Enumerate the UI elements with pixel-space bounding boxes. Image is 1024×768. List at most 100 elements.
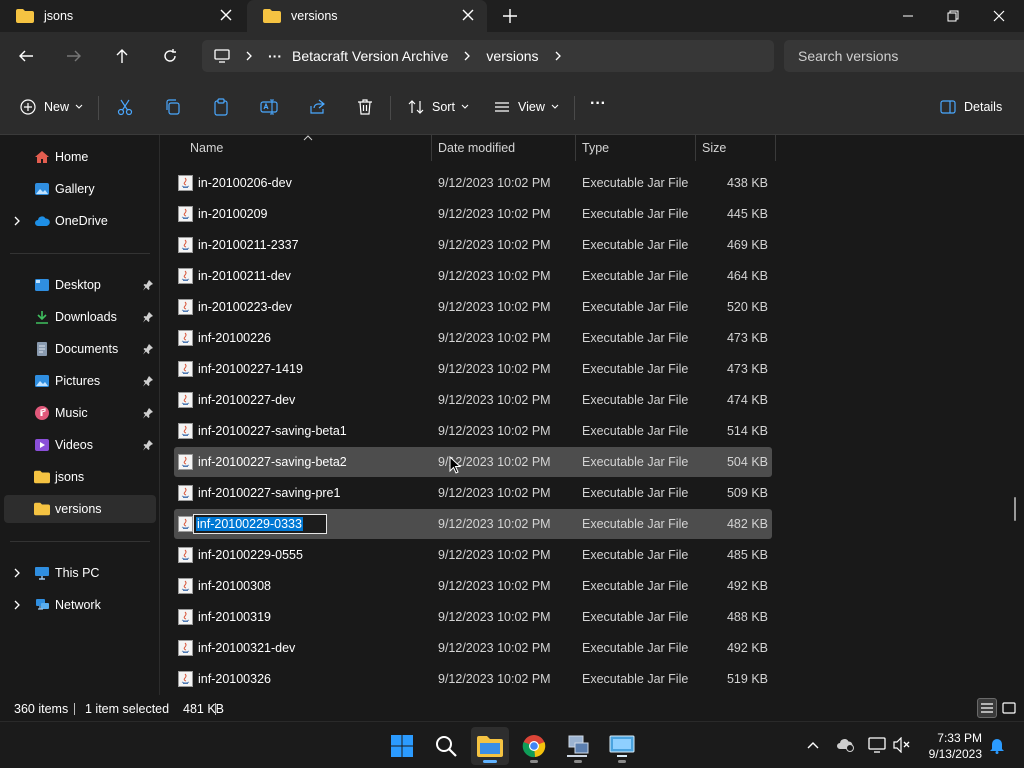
chrome-taskbar-button[interactable] <box>515 727 553 765</box>
file-size: 473 KB <box>726 362 768 376</box>
column-resize-handle[interactable] <box>775 135 776 161</box>
onedrive-tray-icon[interactable] <box>836 736 854 754</box>
close-icon[interactable] <box>219 8 233 22</box>
sidebar-item-versions[interactable]: versions <box>4 495 156 523</box>
file-row[interactable]: inf-20100227-saving-pre1 9/12/2023 10:02 … <box>174 478 772 508</box>
column-resize-handle[interactable] <box>431 135 432 161</box>
scrollbar-thumb[interactable] <box>1014 497 1016 521</box>
forward-button[interactable] <box>62 44 86 68</box>
file-row[interactable]: in-20100206-dev 9/12/2023 10:02 PM Executa… <box>174 168 772 198</box>
column-header-name[interactable]: Name <box>190 135 223 161</box>
sidebar-item-gallery[interactable]: Gallery <box>4 175 156 203</box>
column-header-size[interactable]: Size <box>702 135 726 161</box>
file-row[interactable]: inf-20100227-1419 9/12/2023 10:02 PM Execu… <box>174 354 772 384</box>
file-row[interactable]: inf-20100229-0555 9/12/2023 10:02 PM Execu… <box>174 540 772 570</box>
chevron-right-icon[interactable] <box>12 216 22 226</box>
file-size: 469 KB <box>726 238 768 252</box>
pin-icon[interactable] <box>142 375 154 387</box>
file-row[interactable]: in-20100211-dev 9/12/2023 10:02 PM Executa… <box>174 261 772 291</box>
sidebar-item-jsons[interactable]: jsons <box>4 463 156 491</box>
file-row[interactable]: inf-20100321-dev 9/12/2023 10:02 PM Execut… <box>174 633 772 663</box>
file-type: Executable Jar File <box>582 424 689 438</box>
tiles-view-toggle[interactable] <box>999 698 1019 718</box>
column-header-date[interactable]: Date modified <box>438 135 515 161</box>
back-button[interactable] <box>14 44 38 68</box>
pin-icon[interactable] <box>142 311 154 323</box>
search-input[interactable]: Search versions <box>784 40 1024 72</box>
delete-button[interactable] <box>356 96 374 118</box>
rename-input[interactable]: inf-20100229-0333 <box>193 514 327 534</box>
pin-icon[interactable] <box>142 407 154 419</box>
remote-desktop-taskbar-button[interactable] <box>603 727 641 765</box>
view-button[interactable]: View <box>494 96 559 118</box>
system-clock[interactable]: 7:33 PM 9/13/2023 <box>924 730 982 762</box>
tab-jsons[interactable]: jsons <box>0 0 245 32</box>
monitor-icon <box>868 737 886 753</box>
file-explorer-taskbar-button[interactable] <box>471 727 509 765</box>
new-tab-icon[interactable] <box>502 8 518 24</box>
paste-button[interactable] <box>212 96 230 118</box>
sidebar-item-music[interactable]: Music <box>4 399 156 427</box>
pin-icon[interactable] <box>142 279 154 291</box>
tab-versions[interactable]: versions <box>247 0 487 32</box>
share-button[interactable] <box>308 96 326 118</box>
start-button[interactable] <box>383 727 421 765</box>
sidebar-item-label: versions <box>55 502 102 516</box>
copy-button[interactable] <box>164 96 182 118</box>
chevron-right-icon[interactable] <box>12 600 22 610</box>
notifications-button[interactable] <box>988 736 1006 754</box>
chevron-right-icon[interactable] <box>244 51 254 61</box>
file-row[interactable]: in-20100211-2337 9/12/2023 10:02 PM Execut… <box>174 230 772 260</box>
column-resize-handle[interactable] <box>575 135 576 161</box>
sidebar-item-documents[interactable]: Documents <box>4 335 156 363</box>
up-button[interactable] <box>110 44 134 68</box>
sidebar-item-this-pc[interactable]: This PC <box>4 559 156 587</box>
breadcrumb-overflow[interactable]: ··· <box>268 48 282 64</box>
chevron-right-icon[interactable] <box>553 51 563 61</box>
sidebar-item-home[interactable]: Home <box>4 143 156 171</box>
sidebar-item-label: Videos <box>55 438 93 452</box>
file-row[interactable]: inf-20100308 9/12/2023 10:02 PM Executable… <box>174 571 772 601</box>
close-window-button[interactable] <box>976 0 1022 32</box>
column-resize-handle[interactable] <box>695 135 696 161</box>
file-row[interactable]: inf-20100227-saving-beta1 9/12/2023 10:02… <box>174 416 772 446</box>
file-row[interactable]: inf-20100229-0333 9/12/2023 10:02 PM Execu… <box>174 509 772 539</box>
file-row[interactable]: inf-20100326 9/12/2023 10:02 PM Executable… <box>174 664 772 694</box>
refresh-button[interactable] <box>158 44 182 68</box>
sidebar-item-desktop[interactable]: Desktop <box>4 271 156 299</box>
breadcrumb-versions[interactable]: versions <box>486 48 538 64</box>
file-row[interactable]: inf-20100227-saving-beta2 9/12/2023 10:02… <box>174 447 772 477</box>
chevron-right-icon[interactable] <box>12 568 22 578</box>
details-view-toggle[interactable] <box>977 698 997 718</box>
file-row[interactable]: in-20100223-dev 9/12/2023 10:02 PM Executa… <box>174 292 772 322</box>
pin-icon[interactable] <box>142 439 154 451</box>
sidebar-item-videos[interactable]: Videos <box>4 431 156 459</box>
breadcrumb-betacraft[interactable]: Betacraft Version Archive <box>292 48 448 64</box>
sort-button[interactable]: Sort <box>408 96 469 118</box>
sidebar-item-network[interactable]: Network <box>4 591 156 619</box>
details-button[interactable]: Details <box>940 96 1002 118</box>
new-button[interactable]: New <box>20 96 83 118</box>
display-tray-icon[interactable] <box>868 736 886 754</box>
volume-tray-icon[interactable] <box>893 736 911 754</box>
search-taskbar-button[interactable] <box>427 727 465 765</box>
file-row[interactable]: inf-20100226 9/12/2023 10:02 PM Executable… <box>174 323 772 353</box>
file-row[interactable]: in-20100209 9/12/2023 10:02 PM Executable … <box>174 199 772 229</box>
show-hidden-icons-button[interactable] <box>804 736 822 754</box>
more-options-button[interactable]: ··· <box>590 93 606 115</box>
file-row[interactable]: inf-20100319 9/12/2023 10:02 PM Executable… <box>174 602 772 632</box>
sidebar-item-onedrive[interactable]: OneDrive <box>4 207 156 235</box>
file-row[interactable]: inf-20100227-dev 9/12/2023 10:02 PM Execut… <box>174 385 772 415</box>
pin-icon[interactable] <box>142 343 154 355</box>
column-header-type[interactable]: Type <box>582 135 609 161</box>
rename-button[interactable] <box>260 96 278 118</box>
cut-button[interactable] <box>116 96 134 118</box>
chevron-right-icon[interactable] <box>462 51 472 61</box>
app-taskbar-button[interactable] <box>559 727 597 765</box>
close-icon[interactable] <box>461 8 475 22</box>
sidebar-item-pictures[interactable]: Pictures <box>4 367 156 395</box>
restore-button[interactable] <box>930 0 976 32</box>
sidebar-item-downloads[interactable]: Downloads <box>4 303 156 331</box>
address-bar[interactable]: ··· Betacraft Version Archive versions <box>202 40 774 72</box>
minimize-button[interactable] <box>885 0 931 32</box>
